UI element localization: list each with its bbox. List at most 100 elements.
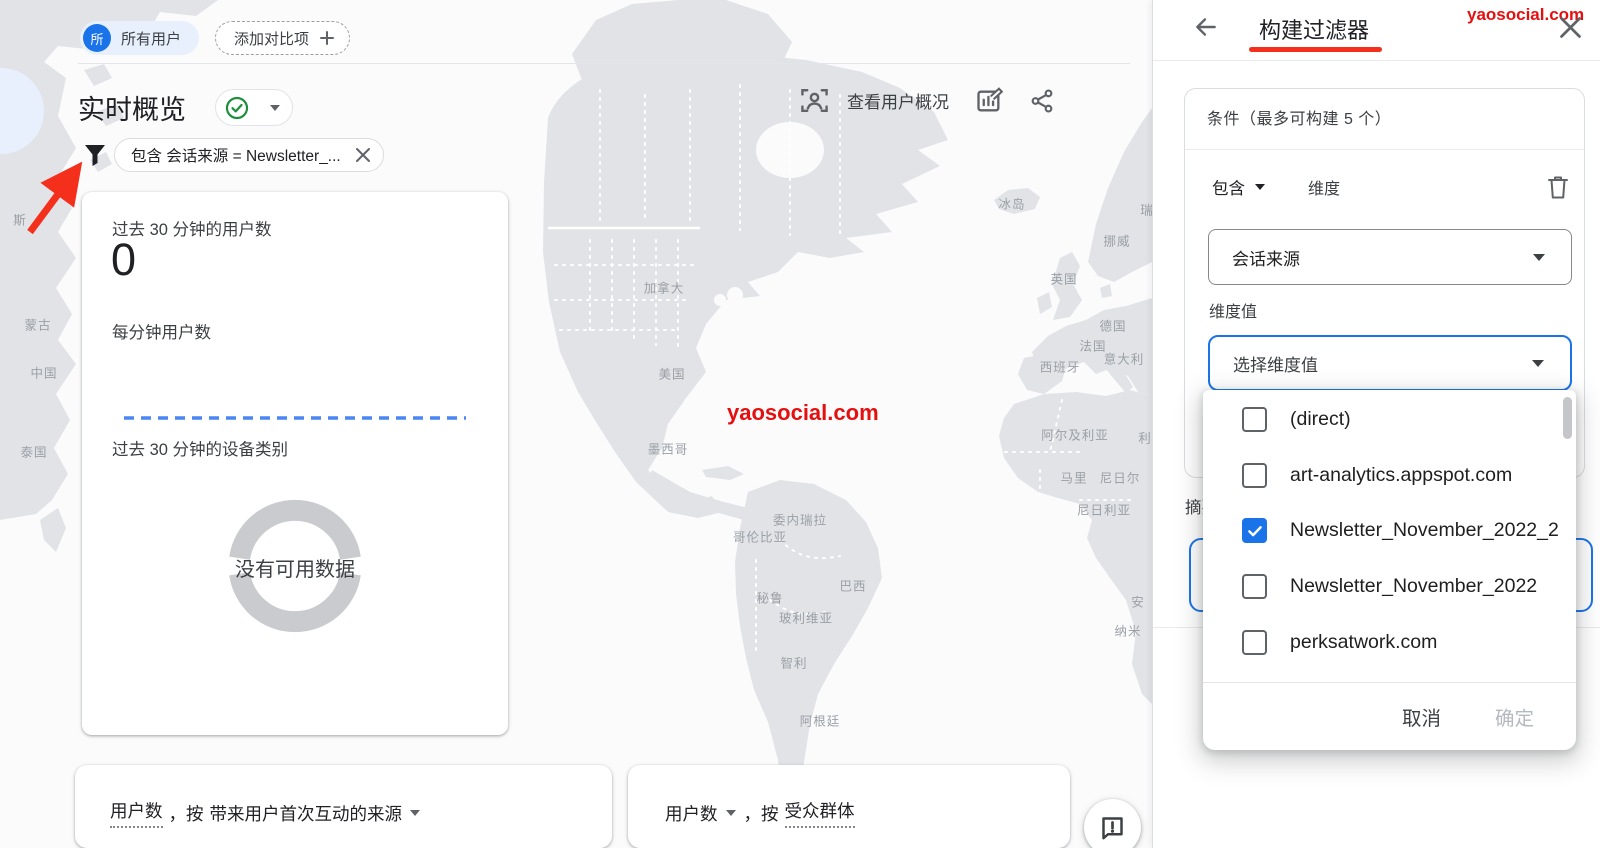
checkbox[interactable] <box>1242 518 1267 543</box>
users-per-minute-label: 每分钟用户数 <box>112 319 211 343</box>
dimension-label: 带来用户首次互动的来源 <box>210 801 403 826</box>
map-label: 巴西 <box>839 576 866 595</box>
panel-title-underline <box>1249 47 1382 52</box>
no-data-label: 没有可用数据 <box>216 553 374 582</box>
users-per-minute-sparkline <box>122 414 468 422</box>
ga4-realtime-screen: 斯 蒙古 中国 泰国 加拿大 美国 墨西哥 冰岛 瑞 挪威 英国 德国 法国 意… <box>0 0 1600 848</box>
users-by-source-card: 用户数，按 带来用户首次互动的来源 <box>75 765 612 848</box>
cancel-button[interactable]: 取消 <box>1402 702 1441 731</box>
audience-chip-all-users[interactable]: 所 所有用户 <box>80 21 199 55</box>
realtime-status-pill[interactable] <box>215 89 293 126</box>
map-label: 哥伦比亚 <box>733 527 787 546</box>
check-circle-icon <box>225 96 249 120</box>
checkbox[interactable] <box>1242 630 1267 655</box>
dimension-select-value: 会话来源 <box>1232 245 1300 270</box>
dimension-value-placeholder: 选择维度值 <box>1233 351 1318 376</box>
checkbox[interactable] <box>1242 407 1267 432</box>
map-label: 美国 <box>658 364 685 383</box>
option-label: perksatwork.com <box>1290 631 1437 654</box>
chevron-down-icon[interactable] <box>726 810 736 816</box>
share-icon[interactable] <box>1029 87 1055 115</box>
map-label: 阿根廷 <box>800 711 841 730</box>
close-icon[interactable] <box>1557 14 1584 41</box>
header-divider <box>78 63 1130 64</box>
edit-chart-icon[interactable] <box>975 87 1003 115</box>
panel-header-divider <box>1153 60 1600 61</box>
metric-label: 用户数 <box>665 801 718 826</box>
dropdown-footer: 取消 确定 <box>1203 683 1576 750</box>
checkbox[interactable] <box>1242 463 1267 488</box>
match-type-dropdown[interactable]: 包含 <box>1212 175 1265 199</box>
check-icon <box>1246 522 1264 540</box>
dropdown-option-list: (direct) art-analytics.appspot.com Newsl… <box>1203 392 1576 682</box>
title-separator: ，按 <box>169 801 204 826</box>
map-label: 加拿大 <box>644 278 685 297</box>
dimension-value-label: 维度值 <box>1209 298 1257 322</box>
remove-filter-icon[interactable] <box>355 147 371 163</box>
title-separator: ，按 <box>744 801 779 826</box>
dropdown-scrollbar[interactable] <box>1563 397 1572 439</box>
panel-title: 构建过滤器 <box>1259 13 1369 45</box>
main-content: 斯 蒙古 中国 泰国 加拿大 美国 墨西哥 冰岛 瑞 挪威 英国 德国 法国 意… <box>0 0 1152 848</box>
map-label: 马里 <box>1060 468 1087 487</box>
map-label: 冰岛 <box>998 194 1025 213</box>
map-label: 纳米 <box>1114 621 1141 640</box>
confirm-button[interactable]: 确定 <box>1495 702 1534 731</box>
map-label: 蒙古 <box>24 315 51 334</box>
chevron-down-icon[interactable] <box>270 105 280 111</box>
dimension-value-dropdown: (direct) art-analytics.appspot.com Newsl… <box>1203 390 1576 750</box>
map-label: 瑞 <box>1140 200 1152 219</box>
option-label: Newsletter_November_2022_2 <box>1290 519 1559 542</box>
map-label: 中国 <box>30 363 57 382</box>
match-type-label: 包含 <box>1212 175 1245 199</box>
option-label: Newsletter_November_2022 <box>1290 575 1537 598</box>
dropdown-option[interactable]: (direct) <box>1203 392 1576 448</box>
map-label: 安 <box>1131 592 1145 611</box>
map-label: 西班牙 <box>1040 357 1081 376</box>
feedback-icon <box>1099 814 1126 841</box>
page-title: 实时概览 <box>78 88 186 127</box>
map-label: 玻利维亚 <box>779 608 833 627</box>
audience-chip-label: 所有用户 <box>121 28 181 49</box>
map-label: 尼日利亚 <box>1077 500 1131 519</box>
back-arrow-icon[interactable] <box>1193 14 1219 40</box>
map-label: 墨西哥 <box>648 439 689 458</box>
map-label: 尼日尔 <box>1100 468 1141 487</box>
plus-icon <box>319 30 335 46</box>
metric-selector[interactable]: 用户数 <box>110 798 163 828</box>
map-label: 德国 <box>1099 316 1126 335</box>
active-filter-chip[interactable]: 包含 会话来源 = Newsletter_... <box>114 138 384 172</box>
dimension-select[interactable]: 会话来源 <box>1208 229 1572 285</box>
dimension-selector[interactable]: 受众群体 <box>785 798 855 828</box>
map-label: 英国 <box>1050 269 1077 288</box>
user-snapshot-icon <box>800 86 829 115</box>
dropdown-option[interactable]: Newsletter_November_2022 <box>1203 559 1576 615</box>
filter-chip-label: 包含 会话来源 = Newsletter_... <box>131 144 341 166</box>
device-category-label: 过去 30 分钟的设备类别 <box>112 436 288 460</box>
add-comparison-label: 添加对比项 <box>234 28 309 49</box>
view-user-snapshot-label: 查看用户概况 <box>847 88 949 113</box>
feedback-button[interactable] <box>1084 799 1141 848</box>
watermark-text: yaosocial.com <box>727 400 879 426</box>
dropdown-option[interactable]: Newsletter_November_2022_2 <box>1203 503 1576 559</box>
checkbox[interactable] <box>1242 574 1267 599</box>
filter-funnel-icon <box>83 142 107 170</box>
chevron-down-icon[interactable] <box>410 810 420 816</box>
map-label: 意大利 <box>1104 349 1145 368</box>
dimension-value-select[interactable]: 选择维度值 <box>1208 335 1572 391</box>
conditions-header: 条件（最多可构建 5 个） <box>1207 105 1391 129</box>
chevron-down-icon <box>1255 184 1265 190</box>
condition-row: 包含 维度 <box>1212 175 1340 199</box>
chevron-down-icon <box>1533 254 1545 261</box>
map-label: 秘鲁 <box>756 588 783 607</box>
add-comparison-button[interactable]: 添加对比项 <box>215 21 350 55</box>
map-label: 智利 <box>780 653 807 672</box>
dropdown-option[interactable]: perksatwork.com <box>1203 614 1576 670</box>
dropdown-option[interactable]: art-analytics.appspot.com <box>1203 448 1576 504</box>
view-user-snapshot-button[interactable]: 查看用户概况 <box>800 86 949 115</box>
build-filter-panel: 构建过滤器 yaosocial.com 条件（最多可构建 5 个） 包含 维度 <box>1152 0 1600 848</box>
option-label: (direct) <box>1290 408 1351 431</box>
dimension-section-label: 维度 <box>1308 175 1340 199</box>
audience-avatar: 所 <box>83 24 111 52</box>
delete-condition-icon[interactable] <box>1546 173 1570 201</box>
